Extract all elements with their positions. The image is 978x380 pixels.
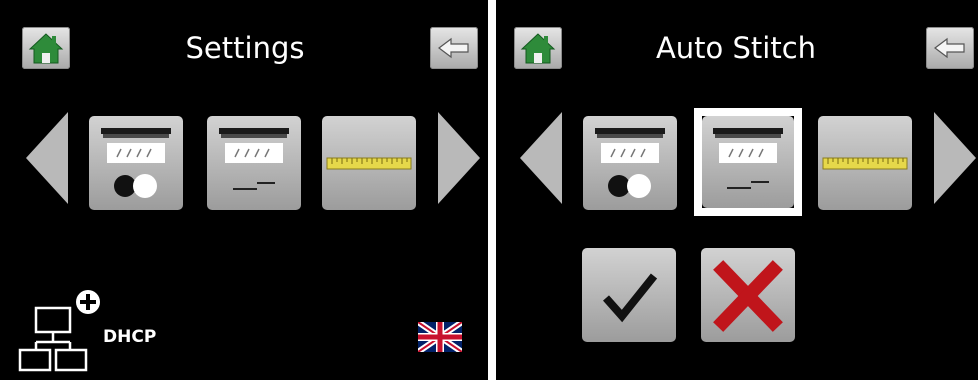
paper-line-icon: [219, 128, 289, 190]
paper-line-icon: [713, 128, 783, 189]
home-icon: [520, 33, 556, 64]
paper-toggle-tile[interactable]: [583, 116, 677, 210]
network-add-icon[interactable]: [14, 288, 104, 374]
home-button[interactable]: [514, 27, 562, 69]
home-button[interactable]: [22, 27, 70, 69]
home-icon: [28, 33, 64, 64]
page-title: Settings: [185, 31, 305, 65]
back-button[interactable]: [430, 27, 478, 69]
back-button[interactable]: [926, 27, 974, 69]
back-arrow-icon: [934, 37, 965, 59]
ruler-tile[interactable]: [322, 116, 416, 210]
ruler-tile[interactable]: [818, 116, 912, 210]
next-arrow-icon[interactable]: [932, 112, 976, 204]
paper-toggle-tile[interactable]: [89, 116, 183, 210]
settings-screen: Settings DHCP: [0, 0, 488, 380]
ruler-icon: [822, 157, 908, 170]
checkmark-icon: [603, 273, 658, 323]
paper-toggle-icon: [595, 128, 665, 198]
confirm-button[interactable]: [582, 248, 676, 342]
paper-line-tile[interactable]: [207, 116, 301, 210]
ruler-icon: [326, 157, 412, 170]
auto-stitch-screen: Auto Stitch: [496, 0, 978, 380]
back-arrow-icon: [438, 37, 469, 59]
next-arrow-icon[interactable]: [436, 112, 480, 204]
paper-line-tile[interactable]: [702, 116, 794, 208]
previous-arrow-icon[interactable]: [520, 112, 564, 204]
network-mode-label: DHCP: [103, 327, 157, 347]
paper-toggle-icon: [101, 128, 171, 198]
previous-arrow-icon[interactable]: [26, 112, 70, 204]
uk-flag-icon[interactable]: [418, 322, 462, 352]
page-title: Auto Stitch: [655, 31, 817, 65]
cross-icon: [713, 260, 783, 332]
cancel-button[interactable]: [701, 248, 795, 342]
